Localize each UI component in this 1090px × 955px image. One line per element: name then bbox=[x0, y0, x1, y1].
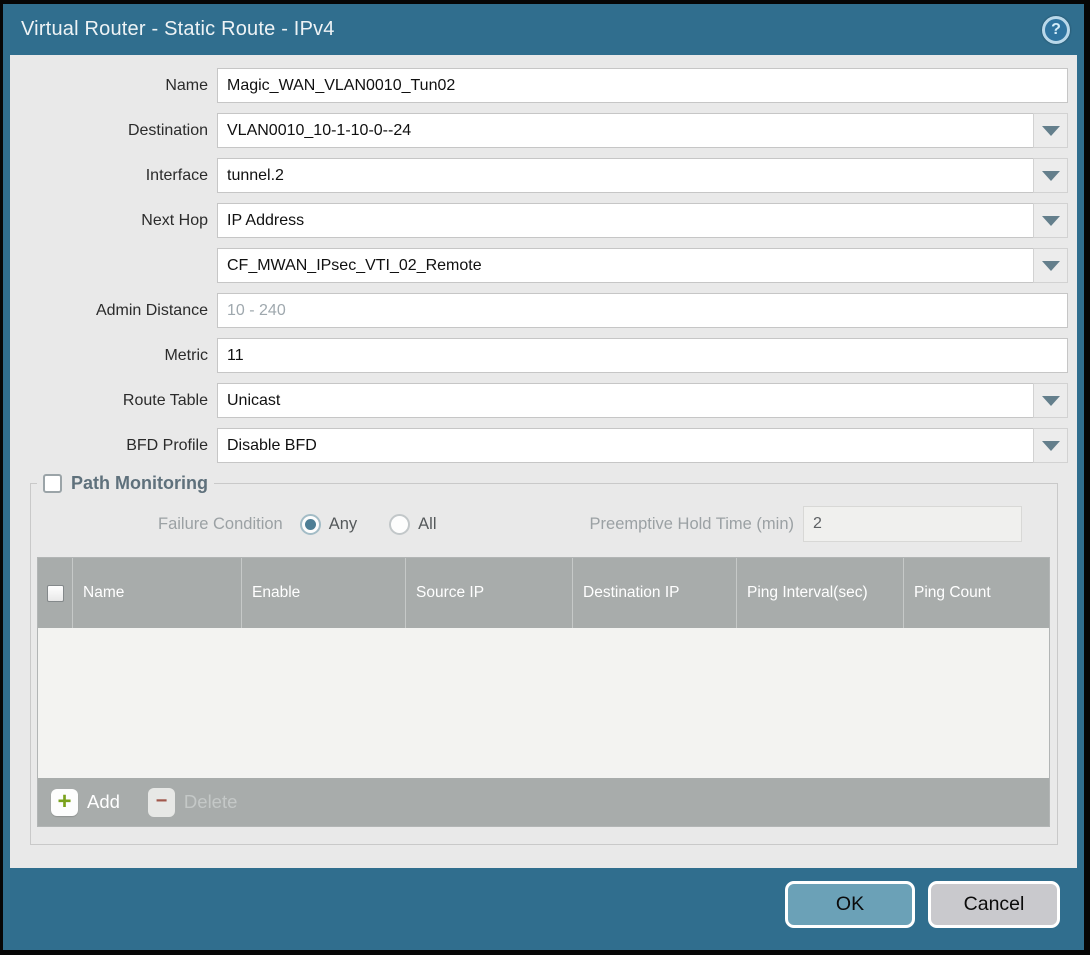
failure-condition-row: Failure Condition Any All Preemptive Hol… bbox=[37, 506, 1050, 542]
preemptive-hold-time-label: Preemptive Hold Time (min) bbox=[590, 515, 794, 534]
destination-row: Destination bbox=[10, 113, 1068, 148]
next-hop-label: Next Hop bbox=[10, 212, 208, 230]
bfd-profile-label: BFD Profile bbox=[10, 437, 208, 455]
radio-all-label: All bbox=[418, 515, 436, 534]
delete-button[interactable]: − Delete bbox=[148, 788, 237, 817]
failure-condition-all-option[interactable]: All bbox=[389, 514, 436, 535]
path-monitoring-legend: Path Monitoring bbox=[37, 473, 214, 494]
next-hop-address-dropdown-button[interactable] bbox=[1033, 248, 1068, 283]
destination-input[interactable] bbox=[217, 113, 1033, 148]
chevron-down-icon bbox=[1042, 396, 1060, 406]
delete-icon: − bbox=[148, 788, 175, 817]
table-toolbar: + Add − Delete bbox=[38, 778, 1049, 826]
path-monitoring-title: Path Monitoring bbox=[71, 473, 208, 494]
metric-label: Metric bbox=[10, 347, 208, 365]
add-icon: + bbox=[51, 789, 78, 816]
column-header-ping-interval: Ping Interval(sec) bbox=[736, 558, 903, 628]
dialog-window: Virtual Router - Static Route - IPv4 ? N… bbox=[3, 4, 1084, 950]
metric-input[interactable] bbox=[217, 338, 1068, 373]
route-table-label: Route Table bbox=[10, 392, 208, 410]
chevron-down-icon bbox=[1042, 171, 1060, 181]
interface-input[interactable] bbox=[217, 158, 1033, 193]
next-hop-type-input[interactable] bbox=[217, 203, 1033, 238]
interface-label: Interface bbox=[10, 167, 208, 185]
admin-distance-input[interactable] bbox=[217, 293, 1068, 328]
chevron-down-icon bbox=[1042, 216, 1060, 226]
path-monitoring-table: Name Enable Source IP Destination IP Pin… bbox=[37, 557, 1050, 827]
add-button[interactable]: + Add bbox=[51, 789, 120, 816]
path-monitoring-section: Path Monitoring Failure Condition Any Al… bbox=[30, 473, 1058, 845]
destination-dropdown-button[interactable] bbox=[1033, 113, 1068, 148]
column-header-destination-ip: Destination IP bbox=[572, 558, 736, 628]
table-header-row: Name Enable Source IP Destination IP Pin… bbox=[38, 558, 1049, 628]
column-header-name: Name bbox=[72, 558, 241, 628]
name-input[interactable] bbox=[217, 68, 1068, 103]
admin-distance-label: Admin Distance bbox=[10, 302, 208, 320]
next-hop-row: Next Hop bbox=[10, 203, 1068, 238]
route-table-row: Route Table bbox=[10, 383, 1068, 418]
destination-label: Destination bbox=[10, 122, 208, 140]
column-header-enable: Enable bbox=[241, 558, 405, 628]
chevron-down-icon bbox=[1042, 126, 1060, 136]
title-bar: Virtual Router - Static Route - IPv4 ? bbox=[3, 4, 1084, 55]
cancel-button[interactable]: Cancel bbox=[928, 881, 1060, 928]
path-monitoring-checkbox[interactable] bbox=[43, 474, 62, 493]
chevron-down-icon bbox=[1042, 261, 1060, 271]
admin-distance-row: Admin Distance bbox=[10, 293, 1068, 328]
route-table-dropdown-button[interactable] bbox=[1033, 383, 1068, 418]
column-header-source-ip: Source IP bbox=[405, 558, 572, 628]
failure-condition-any-option[interactable]: Any bbox=[300, 514, 357, 535]
failure-condition-radio-group: Any All bbox=[283, 514, 437, 535]
preemptive-hold-time-input[interactable] bbox=[803, 506, 1022, 542]
select-all-checkbox[interactable] bbox=[47, 585, 64, 602]
dialog-content: Name Destination Interface bbox=[10, 55, 1077, 868]
ok-button[interactable]: OK bbox=[785, 881, 915, 928]
dialog-title: Virtual Router - Static Route - IPv4 bbox=[21, 18, 1042, 41]
radio-all[interactable] bbox=[389, 514, 410, 535]
next-hop-dropdown-button[interactable] bbox=[1033, 203, 1068, 238]
interface-row: Interface bbox=[10, 158, 1068, 193]
column-header-ping-count: Ping Count bbox=[903, 558, 1049, 628]
radio-any-label: Any bbox=[329, 515, 357, 534]
metric-row: Metric bbox=[10, 338, 1068, 373]
failure-condition-label: Failure Condition bbox=[158, 515, 283, 534]
name-row: Name bbox=[10, 68, 1068, 103]
interface-dropdown-button[interactable] bbox=[1033, 158, 1068, 193]
table-body-empty bbox=[38, 628, 1049, 778]
bfd-profile-input[interactable] bbox=[217, 428, 1033, 463]
chevron-down-icon bbox=[1042, 441, 1060, 451]
next-hop-address-input[interactable] bbox=[217, 248, 1033, 283]
footer-bar: OK Cancel bbox=[3, 868, 1084, 950]
bfd-profile-row: BFD Profile bbox=[10, 428, 1068, 463]
route-table-input[interactable] bbox=[217, 383, 1033, 418]
next-hop-address-row bbox=[10, 248, 1068, 283]
bfd-profile-dropdown-button[interactable] bbox=[1033, 428, 1068, 463]
delete-button-label: Delete bbox=[184, 791, 237, 813]
help-icon[interactable]: ? bbox=[1042, 16, 1070, 44]
add-button-label: Add bbox=[87, 791, 120, 813]
name-label: Name bbox=[10, 77, 208, 95]
radio-any[interactable] bbox=[300, 514, 321, 535]
